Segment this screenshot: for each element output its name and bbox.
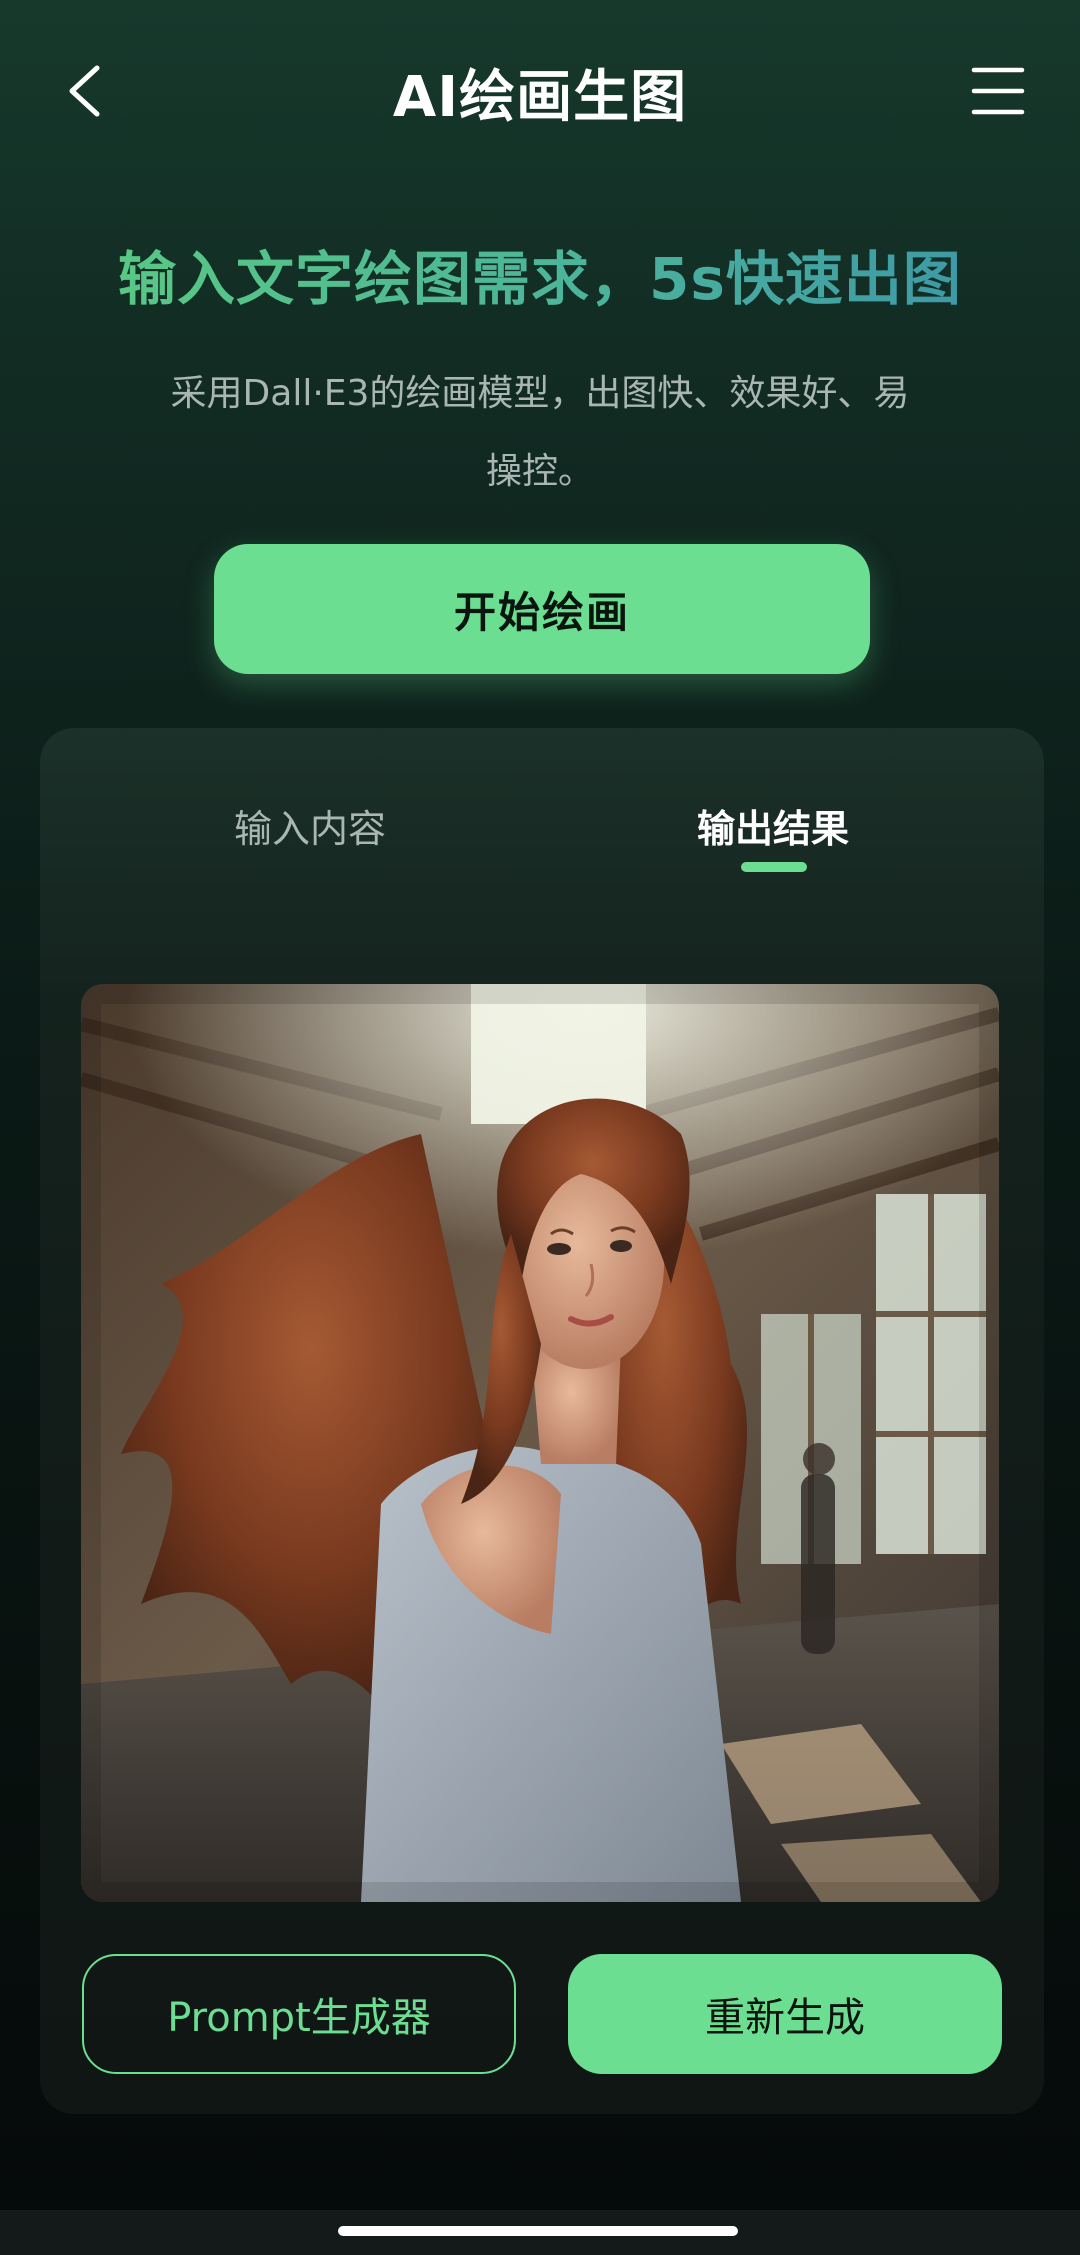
app-header: AI绘画生图 [0, 0, 1080, 190]
regenerate-button[interactable]: 重新生成 [568, 1954, 1002, 2074]
generated-portrait-image[interactable] [81, 984, 999, 1902]
portrait-illustration [81, 984, 999, 1902]
hero-subtitle: 采用Dall·E3的绘画模型，出图快、效果好、易操控。 [170, 373, 910, 492]
menu-button[interactable] [962, 56, 1032, 126]
prompt-generator-button[interactable]: Prompt生成器 [82, 1954, 516, 2074]
start-drawing-button[interactable]: 开始绘画 [214, 544, 870, 674]
hero-headline: 输入文字绘图需求，5s快速出图 [0, 232, 1080, 316]
tab-input-content[interactable]: 输入内容 [160, 798, 460, 853]
page-title: AI绘画生图 [392, 65, 688, 130]
hamburger-menu-icon [971, 67, 1025, 115]
hero-headline-text: 输入文字绘图需求，5s快速出图 [118, 245, 962, 313]
tab-output-result[interactable]: 输出结果 [623, 798, 923, 853]
result-card: 输入内容 输出结果 Prompt生成器 重新生成 [40, 728, 1044, 2114]
home-indicator[interactable] [338, 2226, 738, 2236]
active-tab-indicator [741, 862, 807, 872]
